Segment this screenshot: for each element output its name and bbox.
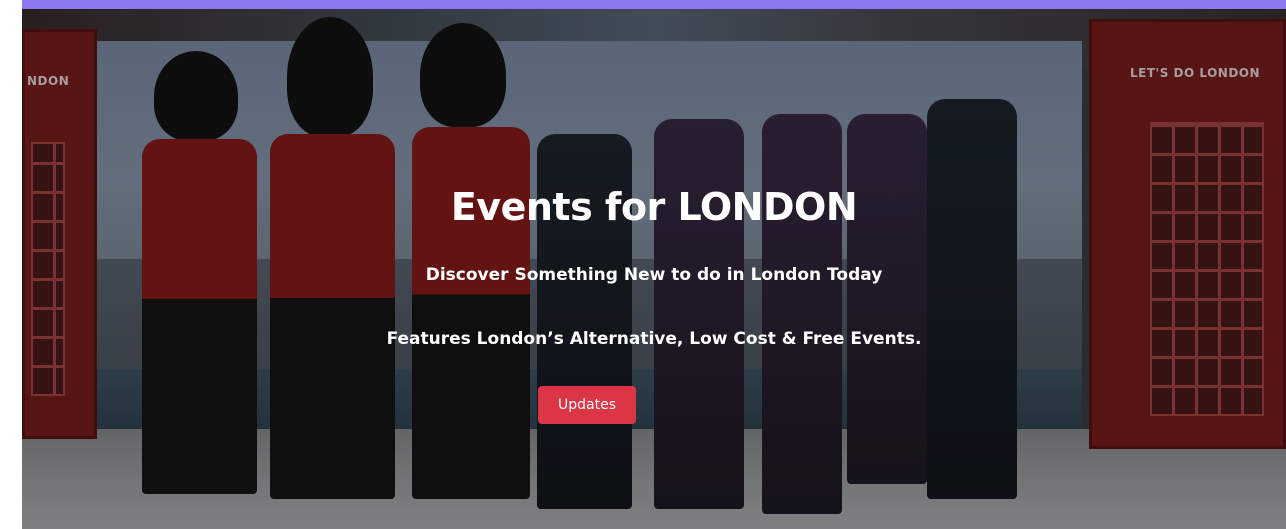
hero-title: Events for LONDON (450, 185, 858, 229)
top-accent-bar (22, 0, 1286, 9)
hero-subtitle: Discover Something New to do in London T… (425, 265, 883, 285)
hero-banner: NDON LET'S DO LONDON Events for LONDON D… (22, 9, 1286, 529)
updates-button[interactable]: Updates (538, 386, 636, 424)
hero-tagline: Features London’s Alternative, Low Cost … (386, 329, 922, 349)
